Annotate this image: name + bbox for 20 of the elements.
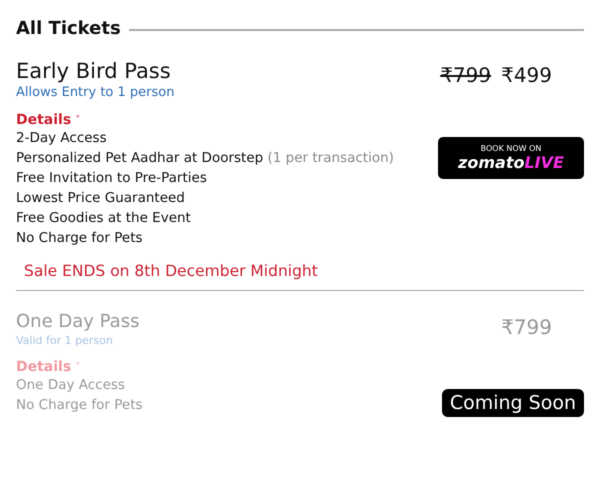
feature-item: 2-Day Access (16, 129, 107, 148)
feature-item: Personalized Pet Aadhar at Doorstep (1 per transaction) (16, 149, 394, 168)
feature-item: One Day Access (16, 376, 125, 395)
ticket-name: One Day Pass (16, 311, 140, 332)
feature-item: No Charge for Pets (16, 396, 143, 415)
ticket-name: Early Bird Pass (16, 59, 171, 83)
book-now-button[interactable]: BOOK NOW ON zomatoLIVE (438, 137, 584, 179)
ticket-price: ₹799 (501, 315, 552, 339)
coming-soon-badge: Coming Soon (442, 389, 584, 417)
feature-item: No Charge for Pets (16, 229, 143, 248)
ticket-subtitle: Allows Entry to 1 person (16, 85, 174, 100)
ticket-subtitle: Valid for 1 person (16, 334, 113, 347)
sale-notice: Sale ENDS on 8th December Midnight (24, 262, 319, 280)
original-price: ₹799 (440, 63, 492, 87)
details-toggle[interactable]: Details ˅ (16, 112, 80, 128)
feature-item: Free Goodies at the Event (16, 209, 191, 228)
feature-item: Lowest Price Guaranteed (16, 189, 185, 208)
section-heading: All Tickets (16, 18, 121, 39)
ticket-price: ₹499 (501, 63, 552, 87)
feature-item: Free Invitation to Pre-Parties (16, 169, 207, 188)
